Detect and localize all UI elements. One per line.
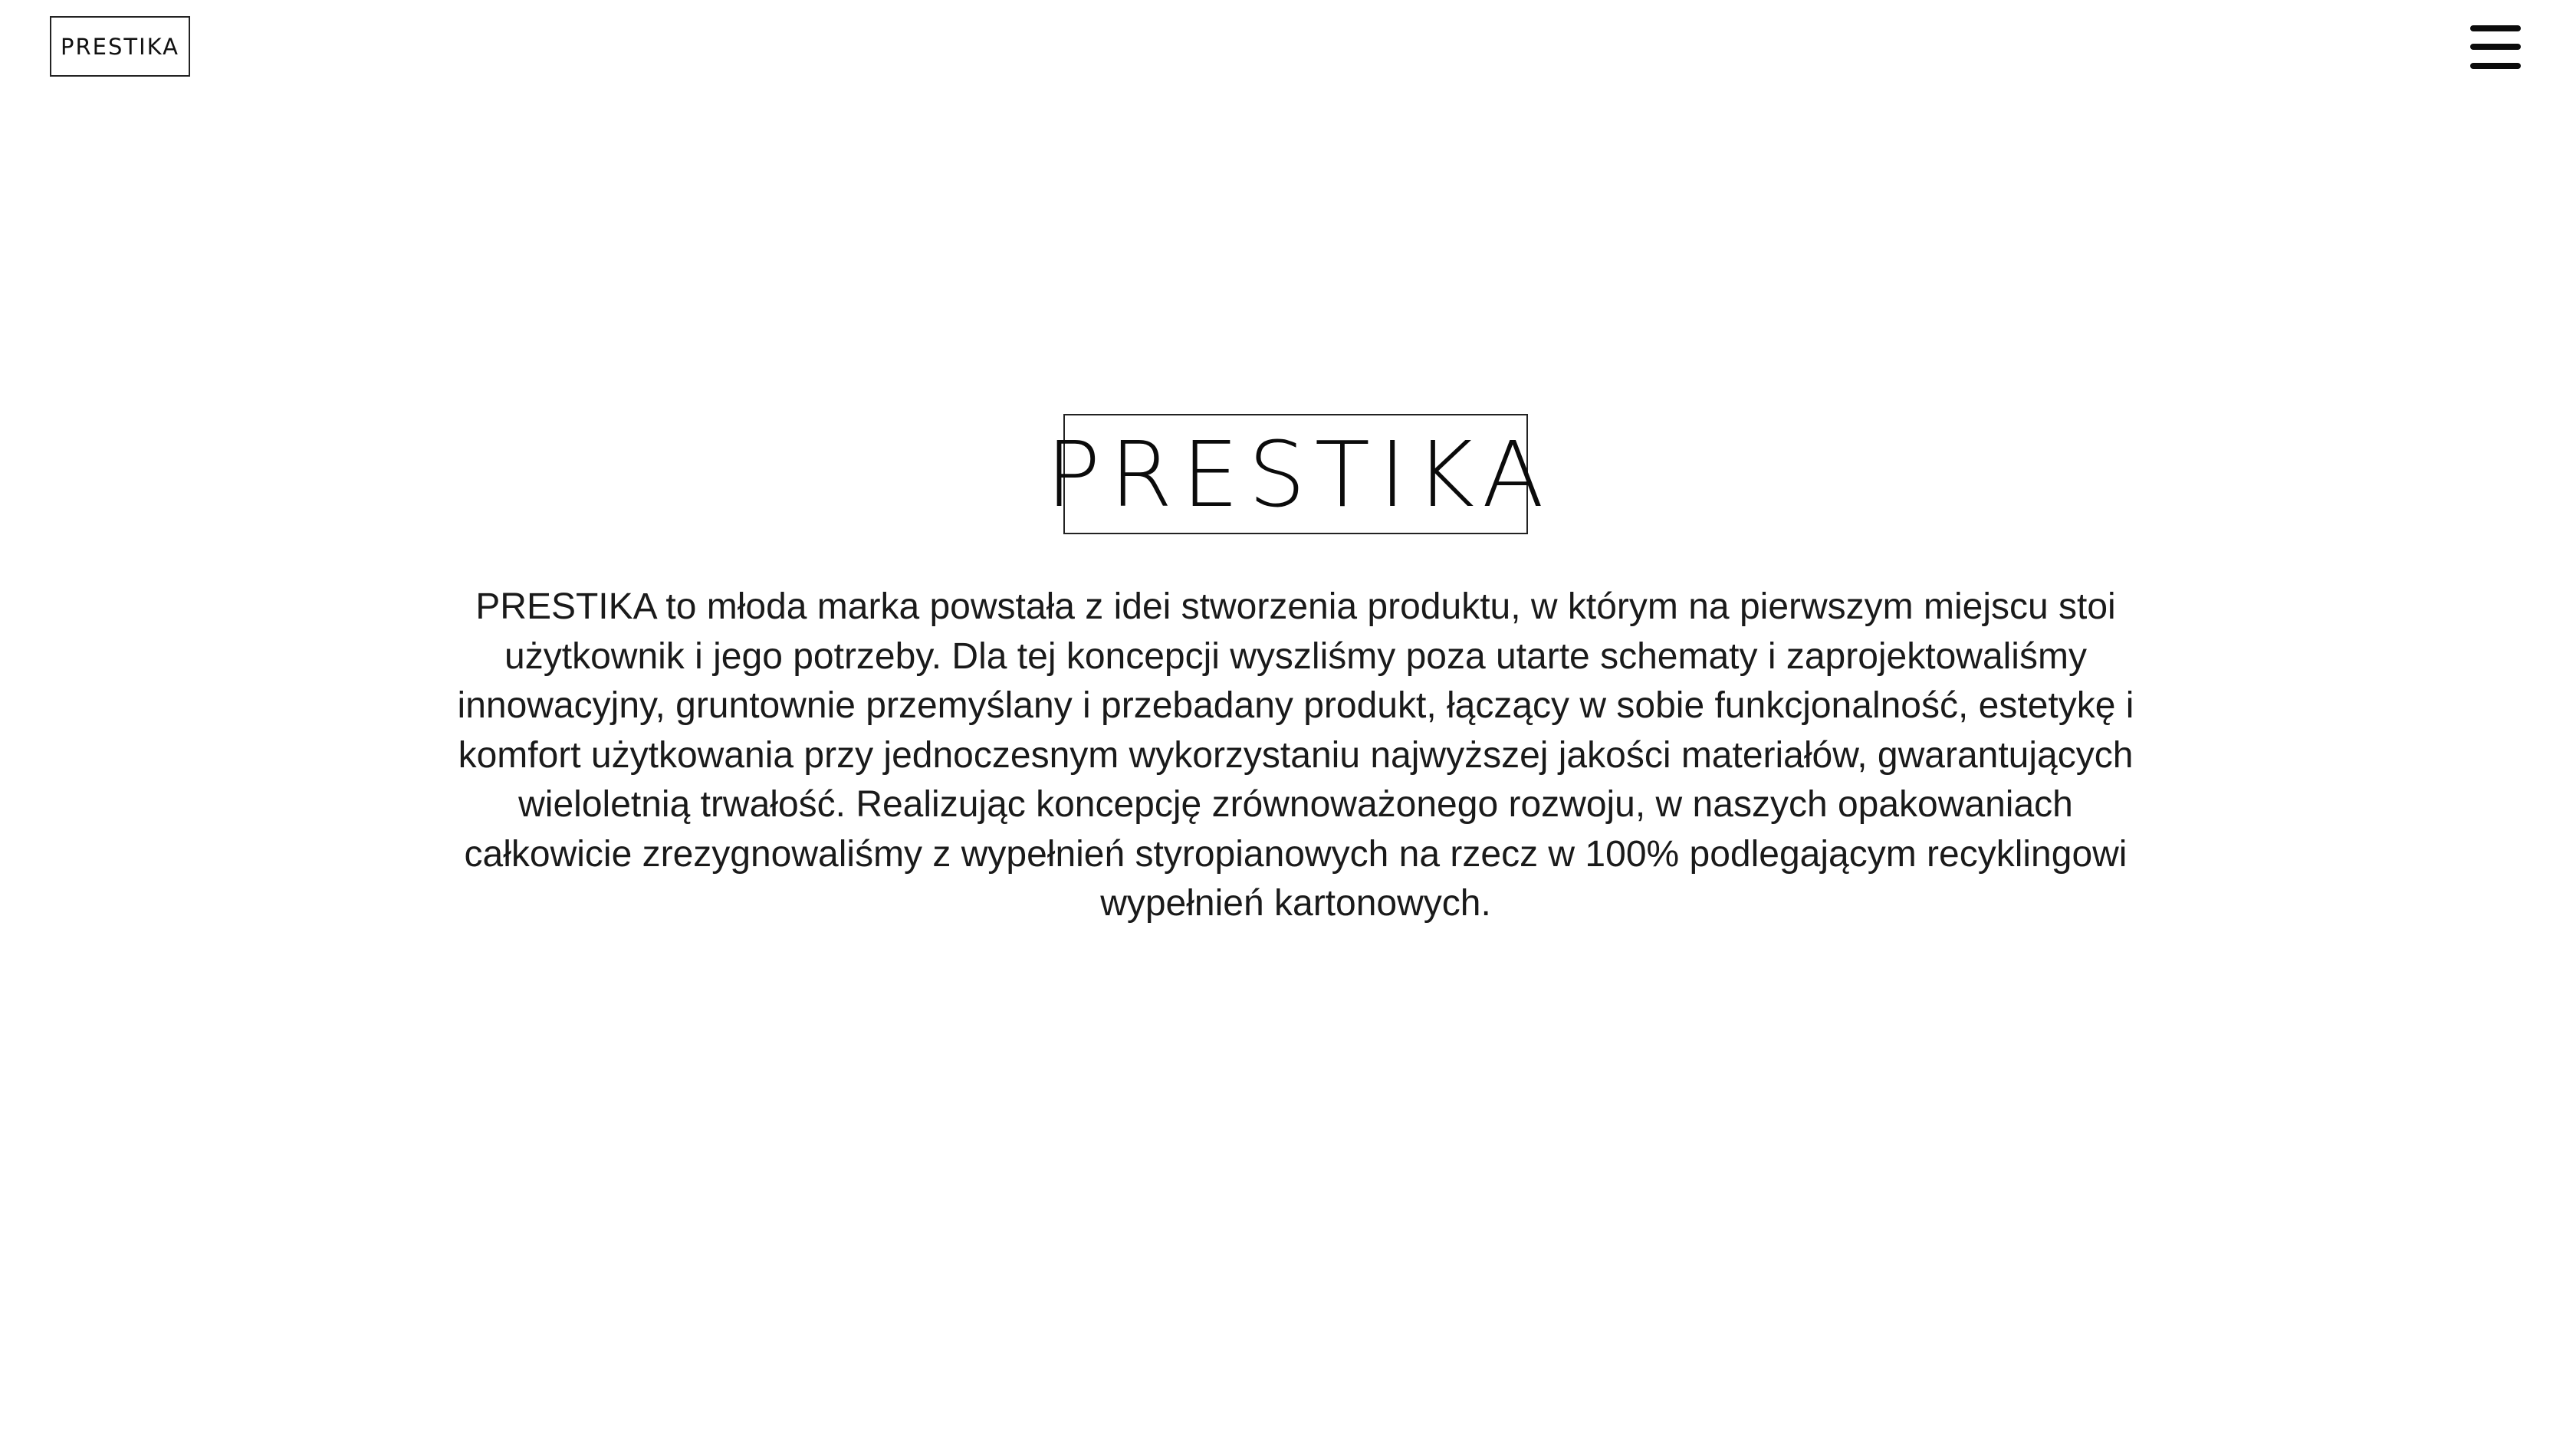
menu-bar-middle — [2470, 44, 2521, 50]
page: PRESTIKA PRESTIKA PRESTIKA to młoda mark… — [0, 0, 2576, 1438]
menu-bar-bottom — [2470, 63, 2521, 69]
menu-bar-top — [2470, 25, 2521, 31]
header-logo-link[interactable]: PRESTIKA — [50, 16, 190, 77]
hero-logo: PRESTIKA — [1046, 414, 1544, 534]
about-description: PRESTIKA to młoda marka powstała z idei … — [457, 586, 2134, 924]
hamburger-menu-icon[interactable] — [2470, 21, 2521, 72]
